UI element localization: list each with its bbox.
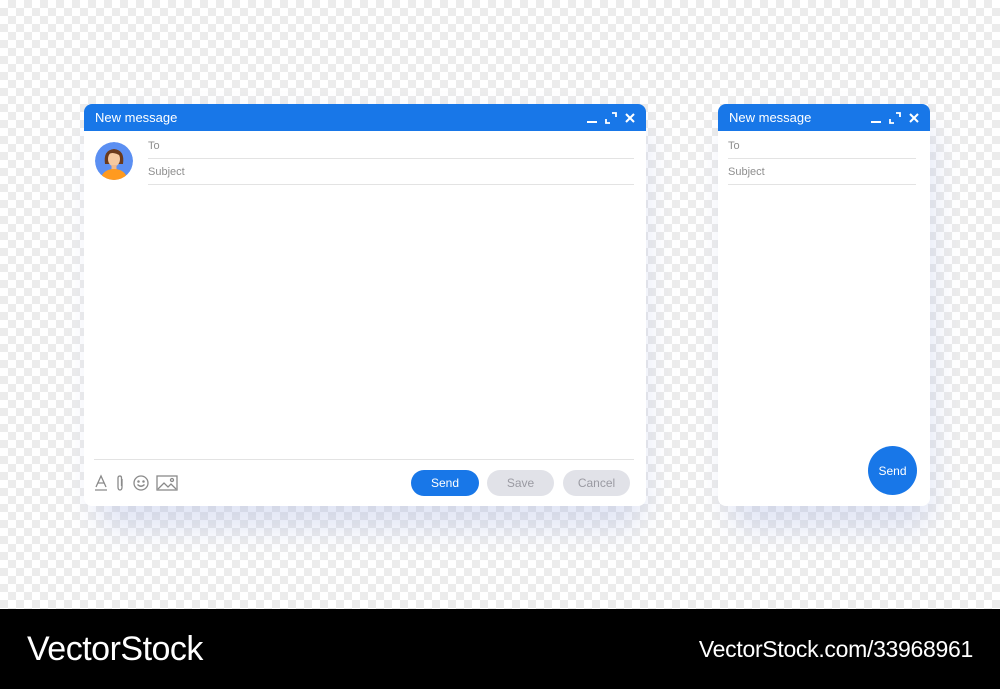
compose-toolbar	[94, 474, 178, 492]
send-button[interactable]: Send	[868, 446, 917, 495]
window-controls	[585, 111, 637, 125]
close-icon[interactable]	[907, 111, 921, 125]
window-title: New message	[95, 110, 178, 125]
to-field	[148, 133, 634, 159]
compose-window-large: New message To Subject Send Save Cancel	[84, 104, 646, 506]
to-field	[728, 133, 916, 159]
subject-field	[148, 159, 634, 185]
save-button[interactable]: Save	[487, 470, 554, 496]
title-bar: New message	[718, 104, 930, 131]
compose-window-small: New message Send	[718, 104, 930, 506]
watermark-bar: VectorStock VectorStock.com/33968961	[0, 609, 1000, 689]
to-input[interactable]	[728, 139, 916, 152]
subject-input[interactable]	[728, 165, 916, 178]
stock-id: VectorStock.com/33968961	[698, 635, 973, 662]
subject-input[interactable]	[148, 165, 634, 178]
expand-icon[interactable]	[888, 111, 902, 125]
image-icon[interactable]	[156, 474, 178, 492]
close-icon[interactable]	[623, 111, 637, 125]
window-title: New message	[729, 110, 812, 125]
brand-logo: VectorStock	[27, 629, 203, 668]
cancel-button[interactable]: Cancel	[563, 470, 630, 496]
title-bar: New message	[84, 104, 646, 131]
to-input[interactable]	[148, 139, 634, 152]
expand-icon[interactable]	[604, 111, 618, 125]
minimize-icon[interactable]	[585, 111, 599, 125]
subject-field	[728, 159, 916, 185]
divider	[94, 459, 634, 460]
text-format-icon[interactable]	[94, 474, 108, 492]
avatar	[95, 142, 133, 180]
send-button[interactable]: Send	[411, 470, 479, 496]
attachment-icon[interactable]	[114, 474, 126, 492]
window-controls	[869, 111, 921, 125]
minimize-icon[interactable]	[869, 111, 883, 125]
emoji-icon[interactable]	[132, 474, 150, 492]
